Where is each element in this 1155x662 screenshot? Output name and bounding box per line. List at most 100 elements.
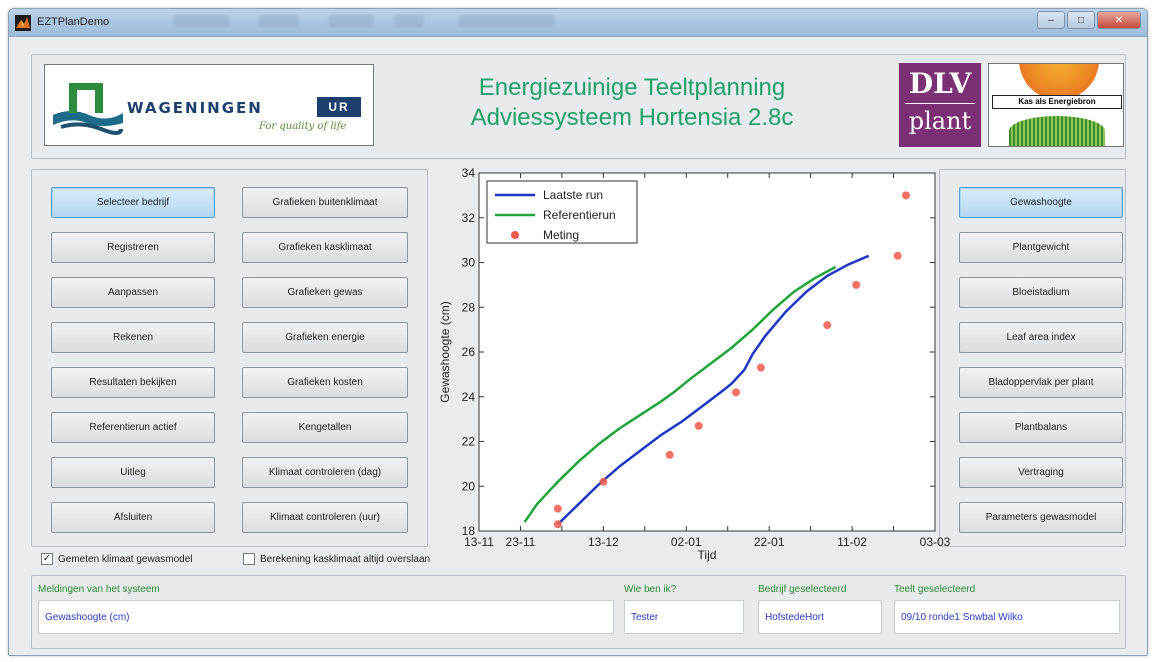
series-point-meting (665, 450, 674, 459)
y-tick-label: 22 (462, 435, 476, 449)
dlv-logo-bottom: plant (908, 107, 972, 135)
bladoppervlak-per-plant-button[interactable]: Bladoppervlak per plant (959, 367, 1123, 398)
x-tick-label: 23-11 (506, 535, 536, 549)
kas-als-energiebron-logo: Kas als Energiebron (988, 63, 1124, 147)
gewashoogte-button[interactable]: Gewashoogte (959, 187, 1123, 218)
blurred-title-text (459, 15, 554, 27)
status-panel: Meldingen van het systeem Gewashoogte (c… (31, 575, 1126, 649)
maximize-button[interactable]: □ (1067, 11, 1095, 29)
registreren-button[interactable]: Registreren (51, 232, 215, 263)
blurred-title-text (394, 15, 424, 27)
vertraging-button[interactable]: Vertraging (959, 457, 1123, 488)
messages-label: Meldingen van het systeem (38, 584, 160, 595)
series-point-meting (694, 421, 703, 430)
app-window: EZTPlanDemo – □ ✕ WAGENINGEN UR For qual… (8, 8, 1148, 656)
y-tick-label: 20 (462, 479, 476, 493)
title-bar[interactable]: EZTPlanDemo – □ ✕ (9, 9, 1147, 37)
leaf-area-index-button[interactable]: Leaf area index (959, 322, 1123, 353)
crop-field: 09/10 ronde1 Snwbal Wilko (894, 600, 1120, 634)
series-point-meting (553, 504, 562, 513)
wur-emblem-icon (53, 83, 123, 135)
series-point-meting (732, 388, 741, 397)
checkbox-measured-climate-box[interactable]: ✓ (41, 553, 53, 565)
grafieken-buitenklimaat-button[interactable]: Grafieken buitenklimaat (242, 187, 408, 218)
blurred-title-text (174, 15, 229, 27)
series-point-meting (599, 477, 608, 486)
x-tick-label: 22-01 (754, 535, 785, 549)
x-axis-label: Tijd (698, 548, 717, 562)
grafieken-kasklimaat-button[interactable]: Grafieken kasklimaat (242, 232, 408, 263)
wageningen-ur-logo: WAGENINGEN UR For quality of life (44, 64, 374, 146)
klimaat-controleren-uur-button[interactable]: Klimaat controleren (uur) (242, 502, 408, 533)
y-tick-label: 24 (462, 390, 476, 404)
y-tick-label: 32 (462, 211, 476, 225)
x-tick-label: 13-11 (464, 535, 494, 549)
rekenen-button[interactable]: Rekenen (51, 322, 215, 353)
grass-icon (1009, 116, 1105, 146)
aanpassen-button[interactable]: Aanpassen (51, 277, 215, 308)
checkbox-measured-climate[interactable]: ✓ Gemeten klimaat gewasmodel (41, 553, 193, 565)
y-axis-label: Gewashoogte (cm) (438, 301, 452, 402)
close-button[interactable]: ✕ (1097, 11, 1141, 29)
kas-logo-label: Kas als Energiebron (992, 95, 1122, 109)
crop-height-chart: 18 20 22 24 26 28 30 32 34 13-11 23-11 13-12 02-01 22… (431, 159, 951, 569)
checkbox-skip-climate-calc[interactable]: Berekening kasklimaat altijd overslaan (243, 553, 430, 565)
wur-name: WAGENINGEN (127, 99, 263, 117)
chart-svg: 18202224262830323413-11 23-11 13-12 02-01 22… (438, 166, 951, 562)
grafieken-kosten-button[interactable]: Grafieken kosten (242, 367, 408, 398)
checkbox-skip-climate-calc-label: Berekening kasklimaat altijd overslaan (260, 553, 431, 565)
app-title-line2: Adviessysteem Hortensia 2.8c (470, 104, 794, 131)
grafieken-energie-button[interactable]: Grafieken energie (242, 322, 408, 353)
referentierun-actief-button[interactable]: Referentierun actief (51, 412, 215, 443)
grafieken-gewas-button[interactable]: Grafieken gewas (242, 277, 408, 308)
x-tick-label: 13-12 (588, 535, 619, 549)
company-field: HofstedeHort (758, 600, 882, 634)
header-banner: WAGENINGEN UR For quality of life Energi… (31, 54, 1126, 159)
klimaat-controleren-dag-button[interactable]: Klimaat controleren (dag) (242, 457, 408, 488)
checkbox-skip-climate-calc-box[interactable] (243, 553, 255, 565)
crop-graph-panel (939, 169, 1126, 547)
resultaten-bekijken-button[interactable]: Resultaten bekijken (51, 367, 215, 398)
y-tick-label: 30 (462, 256, 476, 270)
parameters-gewasmodel-button[interactable]: Parameters gewasmodel (959, 502, 1123, 533)
app-title-line1: Energiezuinige Teeltplanning (478, 74, 786, 101)
company-label: Bedrijf geselecteerd (758, 584, 847, 595)
series-point-meting (756, 363, 765, 372)
action-button-panel (31, 169, 428, 547)
window-controls: – □ ✕ (1037, 11, 1141, 29)
legend-label: Referentierun (543, 208, 616, 222)
x-tick-label: 03-03 (920, 535, 951, 549)
plantgewicht-button[interactable]: Plantgewicht (959, 232, 1123, 263)
app-title: Energiezuinige Teeltplanning Adviessyste… (402, 73, 862, 133)
crop-label: Teelt geselecteerd (894, 584, 976, 595)
dlv-logo-top: DLV (908, 67, 972, 100)
series-point-meting (852, 280, 861, 289)
y-tick-label: 26 (462, 345, 476, 359)
plantbalans-button[interactable]: Plantbalans (959, 412, 1123, 443)
checkbox-measured-climate-label: Gemeten klimaat gewasmodel (58, 553, 193, 565)
kengetallen-button[interactable]: Kengetallen (242, 412, 408, 443)
blurred-title-text (259, 15, 299, 27)
user-field: Tester (624, 600, 744, 634)
x-tick-label: 02-01 (671, 535, 702, 549)
legend-label: Laatste run (543, 188, 603, 202)
y-tick-label: 28 (462, 300, 476, 314)
afsluiten-button[interactable]: Afsluiten (51, 502, 215, 533)
wur-ur-badge: UR (317, 97, 361, 117)
blurred-title-text (329, 15, 374, 27)
messages-field: Gewashoogte (cm) (38, 600, 614, 634)
window-title: EZTPlanDemo (37, 16, 110, 28)
series-point-meting (553, 520, 562, 529)
matlab-app-icon (15, 15, 31, 31)
minimize-button[interactable]: – (1037, 11, 1065, 29)
selecteer-bedrijf-button[interactable]: Selecteer bedrijf (51, 187, 215, 218)
y-tick-label: 34 (462, 166, 476, 180)
uitleg-button[interactable]: Uitleg (51, 457, 215, 488)
dlv-logo-divider (905, 103, 975, 104)
series-point-meting (893, 251, 902, 260)
dlv-plant-logo: DLV plant (899, 63, 981, 147)
x-tick-label: 11-02 (837, 535, 867, 549)
user-label: Wie ben ik? (624, 584, 677, 595)
bloeistadium-button[interactable]: Bloeistadium (959, 277, 1123, 308)
legend-label: Meting (543, 228, 579, 242)
